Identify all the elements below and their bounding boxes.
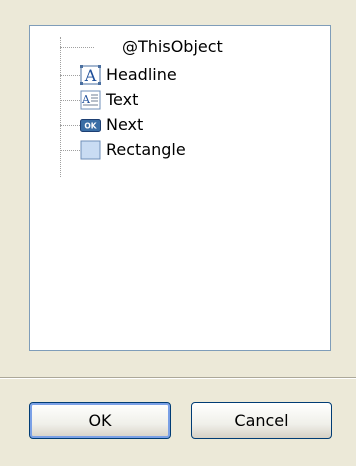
tree-item-text[interactable]: A Text [30, 88, 330, 112]
rectangle-icon [80, 140, 101, 160]
tree-item-headline[interactable]: A Headline [30, 63, 330, 87]
ok-icon-text: OK [84, 122, 97, 131]
tree-connector-line [60, 47, 94, 48]
text-icon: A [80, 90, 101, 110]
cancel-button[interactable]: Cancel [191, 402, 332, 439]
tree-connector-line [60, 150, 80, 151]
tree-root-label[interactable]: @ThisObject [122, 37, 223, 57]
tree-item-label: Text [106, 90, 139, 109]
tree-item-label: Next [106, 115, 144, 134]
tree-connector-line [60, 125, 80, 126]
tree-connector-line [60, 100, 80, 101]
tree-item-label: Rectangle [106, 140, 186, 159]
tree-item-rectangle[interactable]: Rectangle [30, 138, 330, 162]
ok-button-icon: OK [80, 115, 101, 135]
svg-text:A: A [84, 66, 97, 85]
tree-item-label: Headline [106, 65, 177, 84]
object-tree[interactable]: @ThisObject A Headline A Text OK Next Re… [29, 25, 331, 351]
ok-button[interactable]: OK [29, 402, 171, 439]
tree-connector-line [60, 75, 80, 76]
dialog-separator [0, 377, 356, 379]
tree-item-next[interactable]: OK Next [30, 113, 330, 137]
svg-text:A: A [81, 93, 91, 106]
headline-icon: A [80, 65, 101, 85]
